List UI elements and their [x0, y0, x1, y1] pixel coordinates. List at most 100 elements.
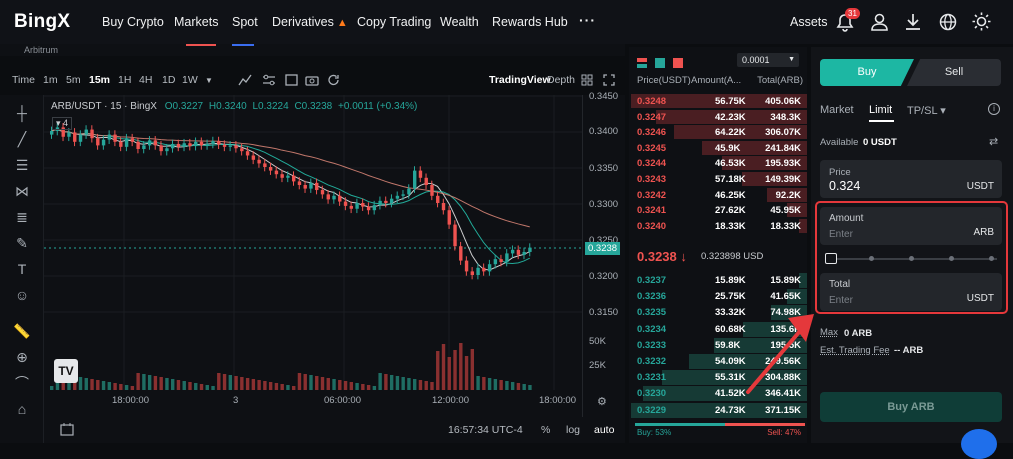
slider-step-100[interactable]	[989, 256, 994, 261]
refresh-icon[interactable]	[327, 74, 340, 89]
nav-buy-crypto[interactable]: Buy Crypto	[102, 15, 164, 29]
horizontal-lines-icon[interactable]: ☰	[12, 155, 32, 175]
interval-5m[interactable]: 5m	[66, 74, 81, 86]
slider-step-75[interactable]	[949, 256, 954, 261]
text-tool-icon[interactable]: T	[12, 259, 32, 279]
bid-row[interactable]: 0.3237 15.89K 15.89K	[629, 273, 807, 288]
interval-dropdown-icon[interactable]: ▼	[205, 76, 213, 85]
theme-sun-icon[interactable]	[972, 12, 991, 36]
bingx-logo[interactable]: BingX	[14, 11, 70, 33]
sell-tab[interactable]: Sell	[907, 59, 1001, 86]
buy-tab[interactable]: Buy	[820, 59, 914, 86]
ask-row[interactable]: 0.3247 42.23K 348.3K	[629, 109, 807, 125]
trend-line-icon[interactable]: ╱	[12, 129, 32, 149]
interval-1w[interactable]: 1W	[182, 74, 198, 86]
ask-row[interactable]: 0.3248 56.75K 405.06K	[629, 94, 807, 109]
slider-handle[interactable]	[825, 253, 837, 264]
buy-submit-button[interactable]: Buy ARB	[820, 392, 1002, 422]
auto-toggle[interactable]: auto	[594, 424, 614, 436]
lock-icon[interactable]: ⌂	[12, 399, 32, 419]
total-field[interactable]: Total Enter USDT	[820, 273, 1002, 311]
more-menu-icon[interactable]: ···	[579, 12, 596, 28]
ask-total: 45.95K	[770, 205, 801, 217]
view-both-icon[interactable]	[637, 55, 647, 73]
indicator-toggle[interactable]: ▾ 4	[52, 117, 73, 130]
nav-derivatives[interactable]: Derivatives ▲	[272, 15, 348, 29]
amount-field[interactable]: Amount Enter ARB	[820, 207, 1002, 245]
ruler-icon[interactable]: 📏	[12, 321, 32, 341]
interval-4h[interactable]: 4H	[139, 74, 152, 86]
expand-icon[interactable]	[603, 74, 615, 89]
slider-step-50[interactable]	[909, 256, 914, 261]
depth-tab[interactable]: Depth	[547, 74, 575, 86]
volume-bar	[366, 385, 371, 390]
time-axis[interactable]: 18:00:00 3 06:00:00 12:00:00 18:00:00	[44, 394, 582, 408]
user-icon[interactable]	[871, 13, 888, 36]
tradingview-tab[interactable]: TradingView	[489, 74, 551, 86]
chart-clock[interactable]: 16:57:34 UTC-4	[448, 424, 523, 436]
ask-row[interactable]: 0.3240 18.33K 18.33K	[629, 218, 807, 234]
order-type-tpsl[interactable]: TP/SL ▾	[907, 104, 946, 117]
view-asks-icon[interactable]	[673, 55, 683, 73]
ask-row[interactable]: 0.3246 64.22K 306.07K	[629, 125, 807, 140]
info-icon[interactable]: i	[988, 103, 1000, 115]
nav-spot[interactable]: Spot	[232, 15, 258, 29]
nav-markets[interactable]: Markets	[174, 15, 218, 29]
chart-settings-gear-icon[interactable]: ⚙	[597, 395, 607, 408]
interval-15m[interactable]: 15m	[89, 74, 110, 86]
fullscreen-icon[interactable]	[285, 74, 298, 89]
globe-icon[interactable]	[939, 13, 957, 36]
transfer-icon[interactable]: ⇄	[989, 135, 998, 148]
interval-1d[interactable]: 1D	[162, 74, 175, 86]
nav-rewards-hub[interactable]: Rewards Hub	[492, 15, 568, 29]
price-chart[interactable]: ARB/USDT · 15 · BingX O0.3227 H0.3240 L0…	[44, 91, 625, 417]
volume-bar	[355, 383, 359, 390]
magnet-icon[interactable]: ⌒	[12, 373, 32, 393]
crosshair-icon[interactable]: ┼	[12, 103, 32, 123]
brush-icon[interactable]: ✎	[12, 233, 32, 253]
price-field[interactable]: Price 0.324 USDT	[820, 160, 1002, 198]
view-bids-icon[interactable]	[655, 55, 665, 73]
volume-bar	[124, 385, 129, 390]
total-input[interactable]: Enter	[829, 295, 853, 306]
settings-sliders-icon[interactable]	[262, 74, 276, 89]
bid-row[interactable]: 0.3229 24.73K 371.15K	[629, 402, 807, 418]
ask-row[interactable]: 0.3242 46.25K 92.2K	[629, 187, 807, 203]
zoom-in-icon[interactable]: ⊕	[12, 347, 32, 367]
interval-1m[interactable]: 1m	[43, 74, 58, 86]
price-input[interactable]: 0.324	[829, 179, 860, 193]
order-type-limit[interactable]: Limit	[869, 104, 892, 116]
last-price[interactable]: 0.3238 ↓	[637, 249, 687, 264]
price-step-select[interactable]: 0.0001 ▼	[737, 53, 799, 67]
volume-bar	[476, 376, 480, 390]
volume-bar	[142, 374, 146, 390]
log-toggle[interactable]: log	[566, 424, 580, 436]
amount-input[interactable]: Enter	[829, 229, 853, 240]
price-axis[interactable]: 0.3450 0.3400 0.3350 0.3300 0.3250 0.320…	[582, 91, 625, 417]
bid-amount: 15.89K	[715, 275, 746, 286]
date-range-icon[interactable]	[60, 422, 74, 439]
nav-assets[interactable]: Assets	[790, 15, 828, 29]
order-type-market[interactable]: Market	[820, 104, 854, 116]
interval-1h[interactable]: 1H	[118, 74, 131, 86]
pattern-icon[interactable]: ⋈	[12, 181, 32, 201]
volume-bar	[78, 377, 83, 390]
ask-row[interactable]: 0.3244 46.53K 195.93K	[629, 156, 807, 171]
ask-row[interactable]: 0.3241 27.62K 45.95K	[629, 203, 807, 218]
camera-icon[interactable]	[305, 74, 319, 89]
nav-wealth[interactable]: Wealth	[440, 15, 479, 29]
layout-grid-icon[interactable]	[581, 74, 593, 89]
volume-bar	[418, 380, 423, 390]
percent-toggle[interactable]: %	[541, 424, 550, 436]
ask-row[interactable]: 0.3243 57.18K 149.39K	[629, 172, 807, 187]
indicators-icon[interactable]	[238, 74, 252, 89]
download-icon[interactable]	[905, 13, 921, 36]
chat-support-icon[interactable]	[961, 429, 997, 459]
ask-row[interactable]: 0.3245 45.9K 241.84K	[629, 140, 807, 156]
nav-copy-trading[interactable]: Copy Trading	[357, 15, 431, 29]
slider-step-25[interactable]	[869, 256, 874, 261]
emoji-icon[interactable]: ☺	[12, 285, 32, 305]
tradingview-logo[interactable]: TV	[54, 359, 78, 383]
time-label[interactable]: Time	[12, 74, 35, 86]
fib-icon[interactable]: ≣	[12, 207, 32, 227]
